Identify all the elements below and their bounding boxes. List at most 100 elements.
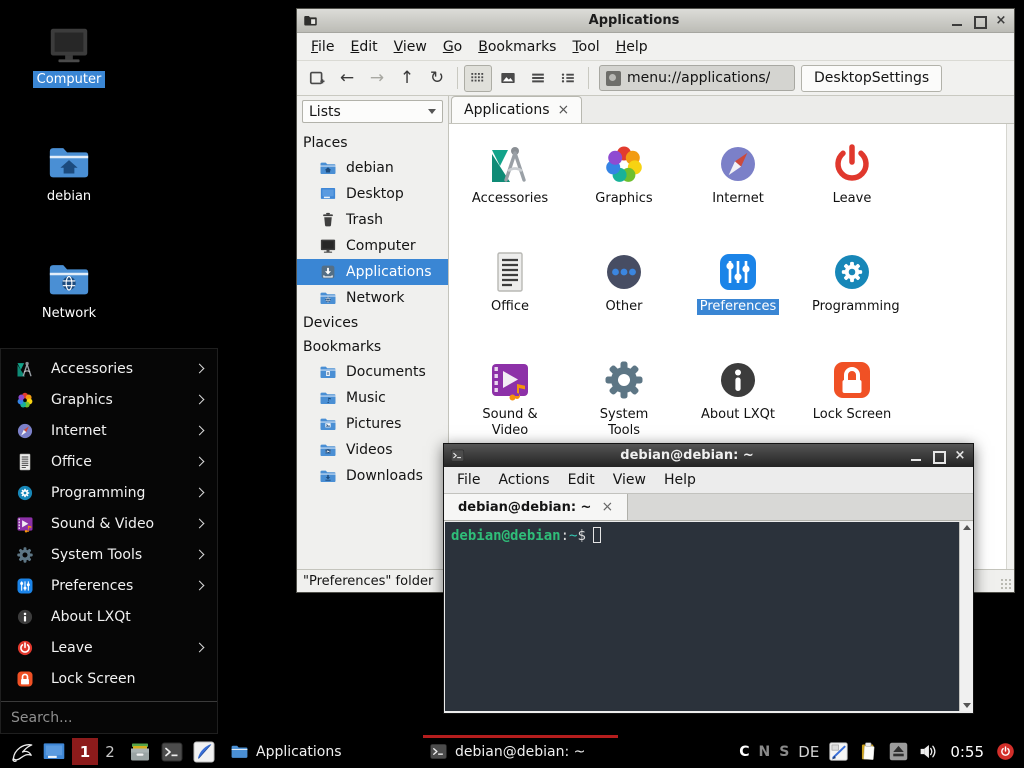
app-item-graphics[interactable]: Graphics <box>567 134 681 242</box>
sidebar-item-debian[interactable]: debian <box>297 155 448 181</box>
menu-edit[interactable]: Edit <box>559 469 604 491</box>
menu-view[interactable]: View <box>604 469 655 491</box>
scroll-down-icon[interactable] <box>963 703 971 708</box>
terminal-screen[interactable]: debian@debian:~$ <box>445 522 959 711</box>
submenu-arrow-icon <box>195 581 205 591</box>
menu-view[interactable]: View <box>386 36 435 58</box>
menu-item-internet[interactable]: Internet <box>1 415 217 446</box>
desktop-settings-button[interactable]: DesktopSettings <box>801 65 942 92</box>
menu-item-about-lxqt[interactable]: About LXQt <box>1 601 217 632</box>
menu-bookmarks[interactable]: Bookmarks <box>470 36 564 58</box>
desktop-icon-network[interactable]: Network <box>21 256 117 322</box>
resize-grip[interactable] <box>1000 578 1012 590</box>
forward-button[interactable]: → <box>363 65 391 92</box>
system-tray: C N S DE 0:55 <box>739 741 1018 762</box>
terminal-titlebar[interactable]: debian@debian: ~ × <box>444 444 973 467</box>
detailed-view-button[interactable] <box>554 65 582 92</box>
thumbnail-view-button[interactable] <box>494 65 522 92</box>
maximize-button[interactable] <box>931 449 945 463</box>
text-editor-launcher[interactable] <box>192 740 216 764</box>
path-bar[interactable]: menu://applications/ <box>599 65 795 91</box>
app-item-sound-video[interactable]: Sound & Video <box>453 350 567 458</box>
icon-view-button[interactable] <box>464 65 492 92</box>
maximize-button[interactable] <box>972 14 986 28</box>
clipboard-tray-icon[interactable] <box>858 741 879 762</box>
menu-item-office[interactable]: Office <box>1 446 217 477</box>
reload-button[interactable]: ↻ <box>423 65 451 92</box>
volume-icon[interactable] <box>918 741 939 762</box>
sidebar-item-videos[interactable]: Videos <box>297 437 448 463</box>
screenshot-tray-icon[interactable] <box>828 741 849 762</box>
sidebar-item-trash[interactable]: Trash <box>297 207 448 233</box>
app-item-leave[interactable]: Leave <box>795 134 909 242</box>
close-button[interactable]: × <box>953 449 967 463</box>
menu-edit[interactable]: Edit <box>342 36 385 58</box>
menu-item-preferences[interactable]: Preferences <box>1 570 217 601</box>
sidebar-item-computer[interactable]: Computer <box>297 233 448 259</box>
compact-view-button[interactable] <box>524 65 552 92</box>
scrollbar[interactable] <box>1006 124 1014 569</box>
sidebar-item-applications[interactable]: Applications <box>297 259 448 285</box>
terminal-tab[interactable]: debian@debian: ~ × <box>444 494 628 520</box>
app-item-system-tools[interactable]: System Tools <box>567 350 681 458</box>
menu-actions[interactable]: Actions <box>489 469 558 491</box>
menu-item-programming[interactable]: Programming <box>1 477 217 508</box>
app-item-lock-screen[interactable]: Lock Screen <box>795 350 909 458</box>
taskbar-window-applications[interactable]: Applications <box>224 735 419 768</box>
sidebar-mode-select[interactable]: Lists <box>302 100 443 123</box>
folder-pictures-icon <box>319 415 337 433</box>
app-item-internet[interactable]: Internet <box>681 134 795 242</box>
back-button[interactable]: ← <box>333 65 361 92</box>
submenu-arrow-icon <box>195 457 205 467</box>
app-item-office[interactable]: Office <box>453 242 567 350</box>
menu-item-system-tools[interactable]: System Tools <box>1 539 217 570</box>
taskbar-window-terminal[interactable]: debian@debian: ~ <box>423 735 618 768</box>
new-tab-button[interactable] <box>303 65 331 92</box>
power-button[interactable] <box>995 741 1016 762</box>
app-item-other[interactable]: Other <box>567 242 681 350</box>
menu-item-graphics[interactable]: Graphics <box>1 384 217 415</box>
menu-help[interactable]: Help <box>608 36 656 58</box>
menu-file[interactable]: File <box>448 469 489 491</box>
menu-item-lock-screen[interactable]: Lock Screen <box>1 663 217 694</box>
sidebar-item-downloads[interactable]: Downloads <box>297 463 448 489</box>
keyboard-layout-indicator[interactable]: DE <box>798 743 819 761</box>
menu-go[interactable]: Go <box>435 36 470 58</box>
sidebar-item-network[interactable]: Network <box>297 285 448 311</box>
menu-help[interactable]: Help <box>655 469 705 491</box>
app-item-preferences[interactable]: Preferences <box>681 242 795 350</box>
tab-close-icon[interactable]: × <box>558 102 570 118</box>
fm-titlebar[interactable]: Applications × <box>297 9 1014 33</box>
sidebar-item-music[interactable]: Music <box>297 385 448 411</box>
file-manager-launcher[interactable] <box>128 740 152 764</box>
menu-item-accessories[interactable]: Accessories <box>1 353 217 384</box>
menu-item-sound-video[interactable]: Sound & Video <box>1 508 217 539</box>
close-button[interactable]: × <box>994 14 1008 28</box>
menu-file[interactable]: File <box>303 36 342 58</box>
app-item-about-lxqt[interactable]: About LXQt <box>681 350 795 458</box>
workspace-1-button[interactable]: 1 <box>72 738 98 765</box>
menu-item-leave[interactable]: Leave <box>1 632 217 663</box>
desktop-switcher-icon[interactable] <box>41 739 67 765</box>
terminal-launcher[interactable] <box>160 740 184 764</box>
tab-close-icon[interactable]: × <box>601 499 613 515</box>
clock[interactable]: 0:55 <box>950 743 984 761</box>
app-item-accessories[interactable]: Accessories <box>453 134 567 242</box>
app-menu-button[interactable] <box>9 739 35 765</box>
app-item-programming[interactable]: Programming <box>795 242 909 350</box>
sidebar-item-desktop[interactable]: Desktop <box>297 181 448 207</box>
sidebar-item-pictures[interactable]: Pictures <box>297 411 448 437</box>
removable-media-icon[interactable] <box>888 741 909 762</box>
minimize-button[interactable] <box>909 449 923 463</box>
sidebar-item-documents[interactable]: Documents <box>297 359 448 385</box>
minimize-button[interactable] <box>950 14 964 28</box>
search-input[interactable] <box>1 710 217 726</box>
desktop-icon-computer[interactable]: Computer <box>21 22 117 88</box>
terminal-scrollbar[interactable] <box>959 522 973 711</box>
tab-applications[interactable]: Applications × <box>451 96 582 123</box>
workspace-2-button[interactable]: 2 <box>100 738 120 765</box>
scroll-up-icon[interactable] <box>963 525 971 530</box>
desktop-icon-debian[interactable]: debian <box>21 139 117 205</box>
menu-tool[interactable]: Tool <box>564 36 607 58</box>
up-button[interactable]: ↑ <box>393 65 421 92</box>
